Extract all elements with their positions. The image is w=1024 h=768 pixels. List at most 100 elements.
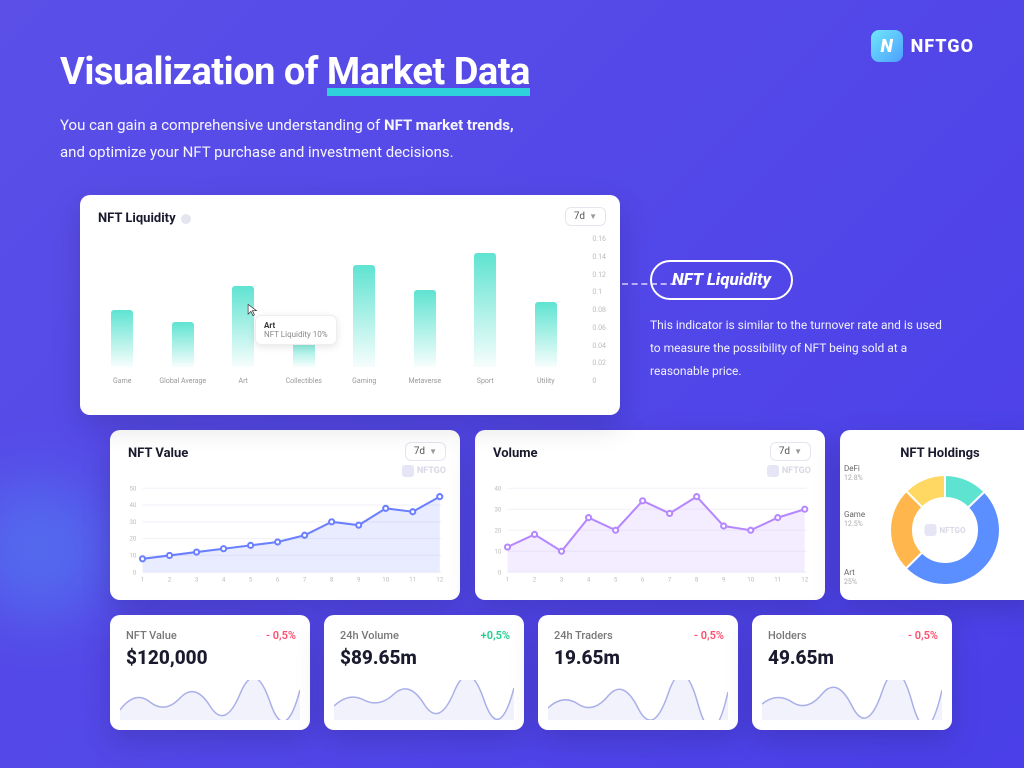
nft-value-title: NFT Value [128,446,442,461]
liquidity-card: NFT Liquidity 7d▼ 0.160.140.120.10.080.0… [80,195,620,415]
sparkline [762,680,942,720]
ytick: 0.08 [592,306,606,314]
stat-delta: - 0,5% [908,629,938,642]
ytick: 0.04 [592,342,606,350]
donut-label-art: Art25% [844,568,857,586]
ytick: 0.02 [592,359,606,367]
range-value: 7d [574,211,585,222]
bar-column[interactable]: Metaverse [401,290,450,385]
watermark: NFTGO [402,465,446,477]
liquidity-tooltip: Art NFT Liquidity 10% [255,315,337,345]
svg-text:40: 40 [129,502,136,509]
svg-text:1: 1 [506,576,509,582]
stat-delta: - 0,5% [694,629,724,642]
tooltip-value: NFT Liquidity 10% [264,330,328,339]
bar [353,265,375,367]
sparkline [120,680,300,720]
hero-header: Visualization of Market Data You can gai… [0,0,1024,186]
stat-value: $120,000 [126,646,294,669]
svg-text:9: 9 [722,576,726,582]
holdings-title: NFT Holdings [858,446,1022,461]
bar-label: Utility [537,377,555,385]
chevron-down-icon: ▼ [429,447,437,456]
subtitle-pre: You can gain a comprehensive understandi… [60,116,384,134]
title-underlined: Market Data [327,50,530,94]
svg-text:5: 5 [249,576,253,582]
svg-text:20: 20 [129,536,136,543]
nft-value-range-selector[interactable]: 7d ▼ [405,442,446,461]
bar-column[interactable]: Global Average [159,322,208,385]
bar-column[interactable]: Game [98,310,147,385]
bar-label: Game [113,377,131,385]
bar [535,302,557,367]
bar [414,290,436,367]
stat-card[interactable]: 24h Volume+0,5%$89.65m [324,615,524,730]
watermark-logo-icon [767,465,779,477]
bar-column[interactable]: Gaming [340,265,389,385]
svg-text:12: 12 [436,576,443,582]
bg-decoration [0,480,110,620]
label-name: DeFi [844,464,860,473]
svg-text:6: 6 [641,576,645,582]
chevron-down-icon: ▼ [794,447,802,456]
stat-card[interactable]: 24h Traders- 0,5%19.65m [538,615,738,730]
svg-text:12: 12 [801,576,808,582]
donut-label-defi: DeFi12.8% [844,464,863,482]
ytick: 0.06 [592,324,606,332]
volume-range-selector[interactable]: 7d ▼ [770,442,811,461]
volume-title: Volume [493,446,807,461]
stat-delta: +0,5% [481,629,510,642]
stat-card[interactable]: NFT Value- 0,5%$120,000 [110,615,310,730]
chevron-down-icon: ▼ [589,212,597,221]
svg-text:11: 11 [774,576,781,582]
bar-label: Global Average [159,377,206,385]
subtitle-post: and optimize your NFT purchase and inves… [60,143,454,161]
label-name: Game [844,510,865,519]
svg-text:7: 7 [668,576,672,582]
volume-card: Volume 7d▼ NFTGO 40302010012345678910111… [475,430,825,600]
svg-text:4: 4 [222,576,226,582]
watermark-text: NFTGO [940,526,966,535]
bar-label: Gaming [352,377,376,385]
svg-text:3: 3 [195,576,199,582]
svg-text:9: 9 [357,576,361,582]
svg-text:20: 20 [494,527,501,534]
nft-value-chart: 50403020100123456789101112 [122,480,450,583]
bar-label: Sport [477,377,494,385]
bar-label: Collectibles [286,377,322,385]
range-value: 7d [414,446,425,457]
liquidity-range-selector[interactable]: 7d ▼ [565,207,606,226]
ytick: 0.14 [592,253,606,261]
sparkline [334,680,514,720]
watermark-text: NFTGO [782,466,811,476]
bar [474,253,496,367]
bar-column[interactable]: Sport [461,253,510,385]
svg-text:7: 7 [303,576,307,582]
stat-delta: - 0,5% [266,629,296,642]
stat-card[interactable]: Holders- 0,5%49.65m [752,615,952,730]
svg-text:5: 5 [614,576,618,582]
range-value: 7d [779,446,790,457]
svg-text:1: 1 [141,576,144,582]
liquidity-title-text: NFT Liquidity [98,211,176,226]
holdings-card: NFT Holdings NFTGO DeFi12.8% Game12.5% A… [840,430,1024,600]
cursor-icon [246,303,260,317]
label-name: Art [844,568,855,577]
sparkline [548,680,728,720]
svg-text:2: 2 [168,576,172,582]
svg-text:2: 2 [533,576,537,582]
label-pct: 12.8% [844,474,863,482]
stat-value: 49.65m [768,646,936,669]
brand-logo-icon: N [871,30,903,62]
callout-pill: NFT Liquidity [650,260,793,300]
page-title: Visualization of Market Data [60,50,964,94]
svg-text:11: 11 [409,576,416,582]
svg-text:0: 0 [498,569,502,576]
info-dot-icon[interactable] [181,214,191,224]
bar-column[interactable]: Utility [522,302,571,385]
watermark-text: NFTGO [417,466,446,476]
watermark-logo-icon [402,465,414,477]
liquidity-callout: NFT Liquidity This indicator is similar … [650,260,950,382]
donut-label-game: Game12.5% [844,510,865,528]
bar-label: Metaverse [408,377,441,385]
